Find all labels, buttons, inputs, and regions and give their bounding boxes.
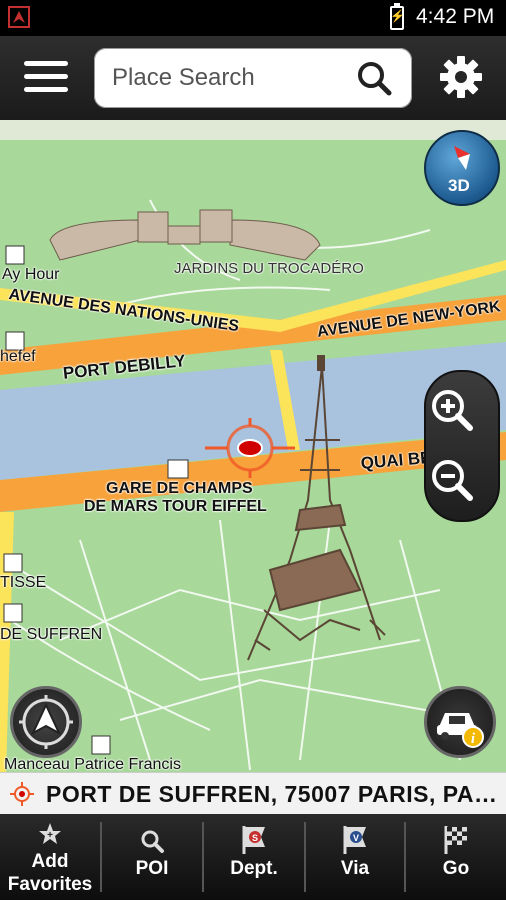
compass-mode-label: 3D [448,176,470,195]
location-crosshair-icon [10,782,34,806]
zoom-out-icon[interactable] [426,454,478,506]
tab-via-label: Via [340,858,370,879]
zoom-in-icon[interactable] [426,384,478,436]
top-toolbar [0,36,506,120]
compass-needle-icon [454,146,470,170]
tab-via[interactable]: V Via [306,814,404,900]
search-input[interactable] [110,60,344,96]
menu-button[interactable] [24,61,68,95]
tab-departure-label: Dept. [230,858,278,879]
poi-search-icon [141,830,164,853]
svg-text:V: V [353,833,359,843]
tab-go-label: Go [442,858,470,879]
place-search-box[interactable] [94,48,412,108]
map-label-trocadero: JARDINS DU TROCADÉRO [174,260,364,277]
address-text: PORT DE SUFFREN, 75007 PARIS, PARIS... [46,781,500,807]
battery-charging-icon [390,3,405,30]
recenter-navigation-button[interactable] [10,686,82,758]
tab-departure[interactable]: S Dept. [204,814,304,900]
tab-add-favorites-label-1: Add [31,851,69,872]
star-add-icon: + [39,823,61,844]
hamburger-icon [24,61,68,66]
app-notification-icon [8,6,30,28]
svg-text:S: S [252,833,258,843]
traffic-info-button[interactable]: i [424,686,496,758]
status-time: 4:42 PM [416,5,495,28]
departure-flag-icon: S [242,826,265,854]
checkered-flag-icon [444,826,467,854]
search-icon[interactable] [356,60,392,96]
zoom-controls [424,370,500,522]
car-info-icon: i [437,713,484,748]
map-label-manceau: Manceau Patrice Francis [4,756,181,772]
tab-go[interactable]: Go [406,814,506,900]
tab-poi-label: POI [135,858,169,879]
settings-gear-icon[interactable] [436,52,486,102]
tab-add-favorites[interactable]: + Add Favorites [0,814,100,900]
map-label-gare-line1: GARE DE CHAMPS [106,480,253,497]
svg-text:+: + [47,830,53,841]
map-label-ay-hour: Ay Hour [2,266,60,283]
tab-poi[interactable]: POI [102,814,202,900]
bottom-tab-bar: + Add Favorites POI S Dept. V Via Go [0,814,506,900]
map-label-gare-line2: DE MARS TOUR EIFFEL [84,498,267,515]
map-view[interactable]: JARDINS DU TROCADÉRO AVENUE DES NATIONS-… [0,120,506,772]
navigation-arrow-icon [19,695,73,749]
via-flag-icon: V [343,826,366,854]
compass-3d-button[interactable]: 3D [424,130,500,206]
map-label-hefef: hefef [0,348,36,365]
map-label-suffren: DE SUFFREN [0,626,103,643]
current-address-bar[interactable]: PORT DE SUFFREN, 75007 PARIS, PARIS... [0,772,506,815]
tab-add-favorites-label-2: Favorites [7,874,93,895]
map-label-tisse: TISSE [0,574,47,591]
status-bar: 4:42 PM [0,0,506,36]
